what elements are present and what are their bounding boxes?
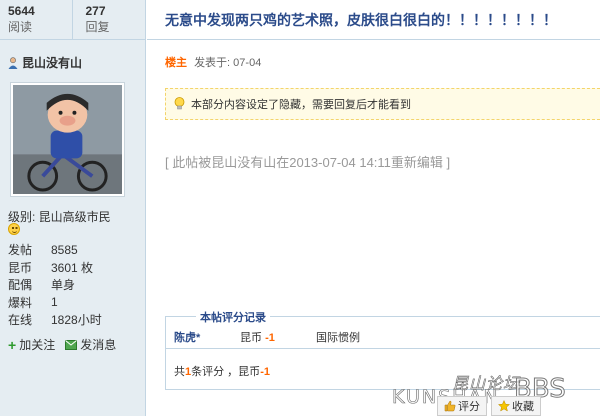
plus-icon: + — [8, 336, 17, 353]
info-row: 在线 1828小时 — [8, 311, 102, 329]
info-row: 昆币 3601 枚 — [8, 259, 102, 277]
rating-row: 陈虎* 昆币 -1 国际惯例 — [166, 325, 600, 349]
thumbs-up-icon — [444, 400, 456, 412]
info-row: 爆料 1 — [8, 294, 102, 312]
author-actions: + 加关注 发消息 — [8, 336, 116, 353]
post-meta: 楼主 发表于: 07-04 — [165, 54, 261, 70]
notice-text: 本部分内容设定了隐藏，需要回复后才能看到 — [191, 99, 411, 111]
star-icon — [498, 400, 510, 412]
mail-icon — [65, 339, 78, 350]
info-key: 爆料 — [8, 295, 33, 310]
info-key: 昆币 — [8, 260, 33, 275]
follow-button[interactable]: + 加关注 — [8, 336, 55, 353]
info-value: 3601 枚 — [51, 260, 94, 275]
replies-stat: 277 回复 — [72, 0, 145, 39]
rating-title: 本帖评分记录 — [196, 309, 270, 325]
rate-button[interactable]: 评分 — [437, 396, 487, 416]
avatar[interactable] — [10, 82, 125, 197]
avatar-image — [13, 85, 122, 194]
favorite-label: 收藏 — [512, 401, 534, 413]
info-key: 发帖 — [8, 243, 33, 258]
post-main: 无意中发现两只鸡的艺术照，皮肤很白很白的！！！！！！！！ 楼主 发表于: 07-… — [147, 0, 600, 416]
views-stat: 5644 阅读 — [0, 0, 72, 39]
message-button[interactable]: 发消息 — [65, 336, 116, 353]
author-tag: 楼主 — [165, 57, 187, 69]
post-stats: 5644 阅读 277 回复 — [0, 0, 145, 40]
user-icon — [8, 56, 18, 69]
lightbulb-icon — [174, 97, 185, 110]
user-level: 级别: 昆山高级市民 — [8, 210, 111, 224]
replies-count: 277 — [85, 4, 106, 18]
info-value: 1828小时 — [51, 313, 102, 328]
post-time: 发表于: 07-04 — [194, 57, 262, 69]
smile-icon — [8, 223, 20, 235]
author-name-row: 昆山没有山 — [0, 40, 145, 71]
rate-label: 评分 — [458, 401, 480, 413]
views-count: 5644 — [8, 4, 35, 18]
edit-note: [ 此帖被昆山没有山在2013-07-04 14:11重新编辑 ] — [165, 155, 451, 170]
rating-coin-value: -1 — [265, 331, 275, 344]
rating-coin-label: 昆币 — [240, 331, 262, 344]
info-key: 在线 — [8, 313, 33, 328]
rating-coin: 昆币 -1 — [240, 329, 316, 345]
user-info: 发帖 8585 昆币 3601 枚 配偶 单身 爆料 1 在线 1828小时 — [8, 241, 102, 329]
title-bar: 无意中发现两只鸡的艺术照，皮肤很白很白的！！！！！！！！ — [147, 0, 600, 40]
rater-name[interactable]: 陈虎* — [174, 329, 240, 345]
post-bottom-buttons: 评分 收藏 — [437, 396, 541, 416]
replies-label: 回复 — [85, 20, 110, 34]
views-label: 阅读 — [8, 20, 33, 34]
info-row: 配偶 单身 — [8, 276, 102, 294]
info-key: 配偶 — [8, 278, 33, 293]
thread-title: 无意中发现两只鸡的艺术照，皮肤很白很白的！！！！！！！！ — [165, 13, 557, 29]
info-value: 1 — [51, 295, 58, 310]
summary-value: -1 — [260, 366, 270, 378]
author-name-link[interactable]: 昆山没有山 — [22, 54, 82, 71]
message-label: 发消息 — [80, 338, 117, 352]
favorite-button[interactable]: 收藏 — [491, 396, 541, 416]
info-value: 单身 — [51, 278, 76, 293]
follow-label: 加关注 — [19, 338, 56, 352]
summary-mid: 条评分 ，昆币 — [191, 366, 261, 378]
rating-reason: 国际惯例 — [316, 331, 360, 344]
info-value: 8585 — [51, 242, 78, 257]
summary-prefix: 共 — [174, 366, 185, 378]
hidden-content-notice: 本部分内容设定了隐藏，需要回复后才能看到 — [165, 88, 600, 120]
author-sidebar: 5644 阅读 277 回复 昆山没有山 级别: 昆山高级市民 发帖 8585 … — [0, 0, 146, 416]
info-row: 发帖 8585 — [8, 241, 102, 259]
rating-summary: 共1条评分 ，昆币-1 — [174, 363, 270, 379]
